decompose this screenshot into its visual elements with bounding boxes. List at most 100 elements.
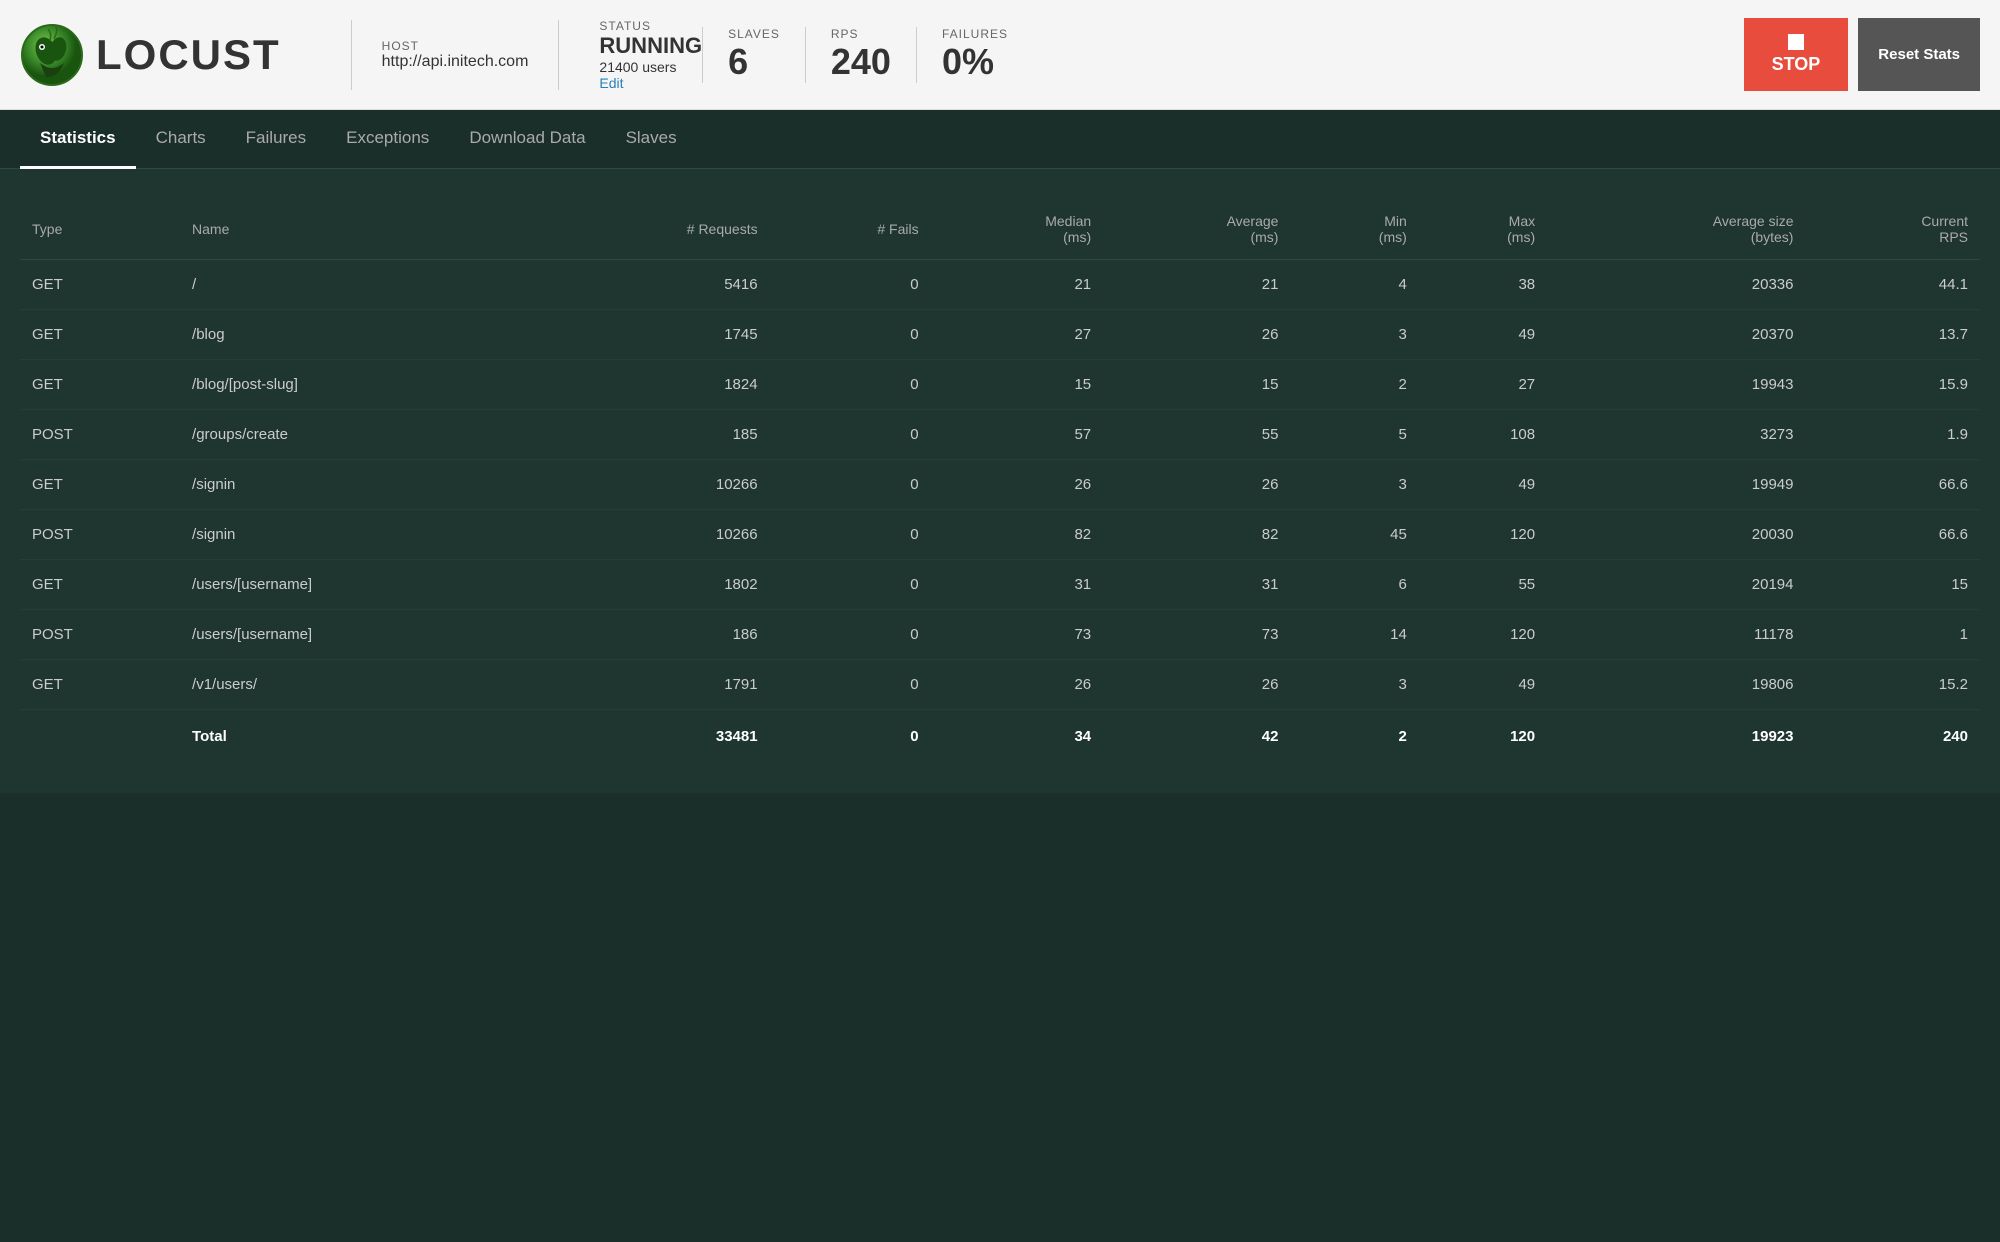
table-cell: 3	[1290, 460, 1418, 510]
table-cell: 0	[770, 560, 931, 610]
col-header---requests: # Requests	[536, 199, 770, 260]
table-body: GET/5416021214382033644.1GET/blog1745027…	[20, 260, 1980, 710]
nav-tab-exceptions[interactable]: Exceptions	[326, 110, 449, 169]
nav-tab-slaves[interactable]: Slaves	[606, 110, 697, 169]
edit-link[interactable]: Edit	[599, 75, 702, 91]
table-cell: 1	[1805, 610, 1980, 660]
col-header-type: Type	[20, 199, 180, 260]
rps-label: RPS	[831, 27, 859, 41]
table-cell: /v1/users/	[180, 660, 536, 710]
table-row: GET/5416021214382033644.1	[20, 260, 1980, 310]
table-cell: 0	[770, 410, 931, 460]
table-row: GET/signin10266026263491994966.6	[20, 460, 1980, 510]
table-cell: 82	[1103, 510, 1290, 560]
table-cell: 10266	[536, 460, 770, 510]
table-cell: 15	[1805, 560, 1980, 610]
col-header---fails: # Fails	[770, 199, 931, 260]
header: LOCUST HOST http://api.initech.com STATU…	[0, 0, 2000, 110]
col-header-average-size--bytes-: Average size(bytes)	[1547, 199, 1805, 260]
footer-cell: 240	[1805, 710, 1980, 764]
table-cell: 19806	[1547, 660, 1805, 710]
table-cell: 15	[931, 360, 1104, 410]
table-cell: 15.9	[1805, 360, 1980, 410]
table-cell: 2	[1290, 360, 1418, 410]
table-cell: /signin	[180, 460, 536, 510]
table-cell: 3273	[1547, 410, 1805, 460]
table-cell: POST	[20, 410, 180, 460]
footer-cell	[20, 710, 180, 764]
failures-value: 0%	[942, 41, 994, 83]
host-value: http://api.initech.com	[382, 53, 529, 71]
table-cell: POST	[20, 510, 180, 560]
nav-tab-download-data[interactable]: Download Data	[449, 110, 605, 169]
table-cell: 186	[536, 610, 770, 660]
nav-tab-failures[interactable]: Failures	[226, 110, 326, 169]
logo-icon	[20, 23, 84, 87]
header-divider-2	[558, 20, 559, 90]
col-header-median--ms-: Median(ms)	[931, 199, 1104, 260]
table-cell: 55	[1419, 560, 1547, 610]
status-label: STATUS	[599, 19, 702, 33]
rps-value: 240	[831, 41, 891, 83]
table-cell: 13.7	[1805, 310, 1980, 360]
table-cell: 3	[1290, 310, 1418, 360]
table-cell: 1.9	[1805, 410, 1980, 460]
nav-tab-statistics[interactable]: Statistics	[20, 110, 136, 169]
nav-tab-charts[interactable]: Charts	[136, 110, 226, 169]
table-cell: 120	[1419, 610, 1547, 660]
table-header-row: TypeName# Requests# FailsMedian(ms)Avera…	[20, 199, 1980, 260]
table-cell: 21	[931, 260, 1104, 310]
table-cell: 108	[1419, 410, 1547, 460]
table-cell: 73	[931, 610, 1104, 660]
table-cell: 15	[1103, 360, 1290, 410]
table-cell: 49	[1419, 310, 1547, 360]
main-content: TypeName# Requests# FailsMedian(ms)Avera…	[0, 169, 2000, 793]
table-cell: 31	[931, 560, 1104, 610]
table-footer-row: Total3348103442212019923240	[20, 710, 1980, 764]
table-cell: 26	[931, 460, 1104, 510]
table-cell: GET	[20, 310, 180, 360]
table-cell: GET	[20, 560, 180, 610]
table-cell: 20336	[1547, 260, 1805, 310]
table-row: GET/blog1745027263492037013.7	[20, 310, 1980, 360]
footer-cell: 34	[931, 710, 1104, 764]
table-cell: 38	[1419, 260, 1547, 310]
footer-cell: 120	[1419, 710, 1547, 764]
header-actions: STOP Reset Stats	[1744, 18, 1980, 91]
table-cell: GET	[20, 460, 180, 510]
footer-cell: 0	[770, 710, 931, 764]
col-header-max--ms-: Max(ms)	[1419, 199, 1547, 260]
table-cell: 31	[1103, 560, 1290, 610]
table-cell: 82	[931, 510, 1104, 560]
table-cell: 185	[536, 410, 770, 460]
logo-area: LOCUST	[20, 23, 281, 87]
statistics-table: TypeName# Requests# FailsMedian(ms)Avera…	[20, 199, 1980, 763]
table-cell: 1824	[536, 360, 770, 410]
table-cell: 26	[1103, 660, 1290, 710]
col-header-current-rps: CurrentRPS	[1805, 199, 1980, 260]
table-cell: /signin	[180, 510, 536, 560]
table-row: POST/groups/create18505755510832731.9	[20, 410, 1980, 460]
table-cell: 73	[1103, 610, 1290, 660]
table-cell: 0	[770, 610, 931, 660]
table-footer: Total3348103442212019923240	[20, 710, 1980, 764]
table-cell: /groups/create	[180, 410, 536, 460]
failures-block: FAILURES 0%	[916, 27, 1033, 83]
slaves-block: SLAVES 6	[702, 27, 805, 83]
host-section: HOST http://api.initech.com	[382, 39, 529, 71]
table-row: GET/blog/[post-slug]1824015152271994315.…	[20, 360, 1980, 410]
table-row: POST/users/[username]1860737314120111781	[20, 610, 1980, 660]
footer-cell: 2	[1290, 710, 1418, 764]
col-header-min--ms-: Min(ms)	[1290, 199, 1418, 260]
footer-cell: Total	[180, 710, 536, 764]
table-row: POST/signin1026608282451202003066.6	[20, 510, 1980, 560]
table-cell: 0	[770, 260, 931, 310]
table-cell: 0	[770, 310, 931, 360]
table-row: GET/v1/users/1791026263491980615.2	[20, 660, 1980, 710]
table-row: GET/users/[username]1802031316552019415	[20, 560, 1980, 610]
stop-button[interactable]: STOP	[1744, 18, 1849, 91]
table-cell: /blog/[post-slug]	[180, 360, 536, 410]
table-cell: 26	[1103, 310, 1290, 360]
nav-tabs: StatisticsChartsFailuresExceptionsDownlo…	[0, 110, 2000, 169]
reset-stats-button[interactable]: Reset Stats	[1858, 18, 1980, 91]
